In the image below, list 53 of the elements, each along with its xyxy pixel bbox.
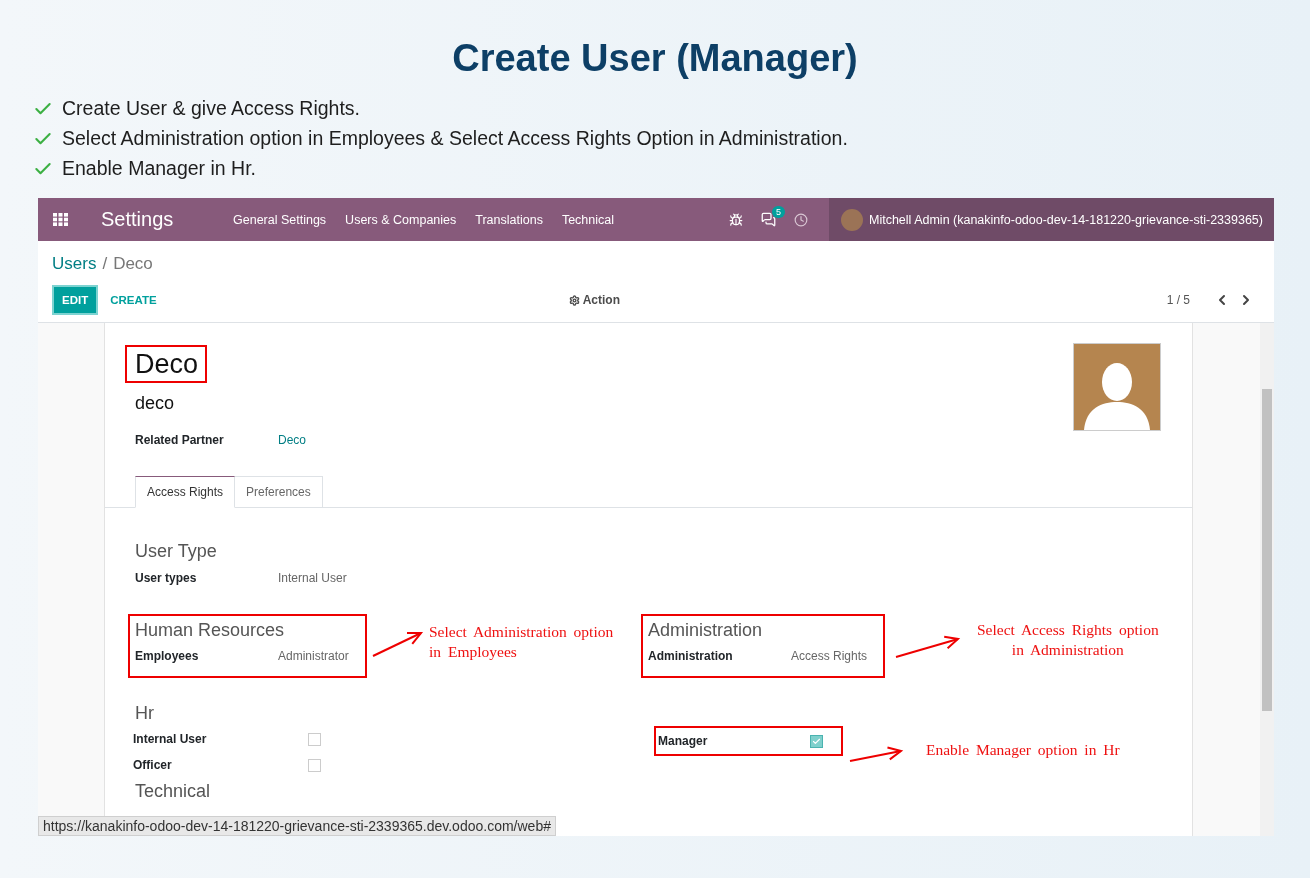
field-value[interactable]: Access Rights [791,649,868,663]
field-label: Manager [658,734,709,748]
section-title: Hr [135,702,155,724]
bug-icon[interactable] [729,212,743,227]
tab[interactable]: Preferences [235,476,323,508]
field-label: Related Partner [135,433,225,447]
annotation-note: Enable Manager option in Hr [926,740,1120,760]
bullet-text: Create User & give Access Rights. [62,97,361,120]
tab[interactable]: Access Rights [135,476,236,508]
section-title: Administration [648,619,764,641]
menu-item[interactable]: General Settings [233,212,327,227]
message-count-badge: 5 [772,206,785,218]
field-value: Internal User [278,571,348,585]
field-label: Employees [135,649,200,663]
section-title: Technical [135,780,212,802]
status-url: https://kanakinfo-odoo-dev-14-181220-grievance-sti-2339365.dev.odoo.com/web# [38,816,556,836]
clock-icon[interactable] [794,212,808,227]
gear-icon [568,294,580,306]
checkbox[interactable] [308,732,321,746]
menu-item[interactable]: Users & Companies [345,212,457,227]
bullet-text: Enable Manager in Hr. [62,157,257,180]
scrollbar[interactable] [1260,323,1274,836]
field-label: User types [135,571,198,585]
create-button[interactable]: CREATE [104,293,163,307]
section-title: User Type [135,540,218,562]
field-label: Officer [133,758,173,772]
section-title: Human Resources [135,619,286,641]
checkbox[interactable] [308,758,321,772]
menu-item[interactable]: Translations [475,212,543,227]
edit-button[interactable]: EDIT [52,285,99,315]
breadcrumb-link[interactable]: Users [52,254,97,273]
avatar-icon [841,208,863,231]
pager-text: 1 / 5 [1166,293,1190,307]
field-label: Internal User [133,732,208,746]
breadcrumb-current: Deco [113,254,153,273]
field-value[interactable]: Administrator [278,649,349,663]
app-title: Settings [101,208,175,231]
annotation-note: Select Access Rights option in Administration [977,620,1159,660]
checkbox[interactable] [810,734,823,748]
action-button[interactable]: Action [562,292,626,308]
partner-link[interactable]: Deco [278,433,306,447]
check-icon [812,736,821,746]
chat-icon[interactable] [761,212,776,227]
slide-title: Create User (Manager) [451,36,859,80]
apps-grid-icon[interactable] [53,213,68,226]
avatar-icon [1073,343,1161,431]
field-label: Administration [648,649,734,663]
user-name: Deco [135,349,199,379]
breadcrumb-separator: / [102,254,108,273]
menu-item[interactable]: Technical [561,212,614,227]
bullet-text: Select Administration option in Employees & Select Access Rights Option in Administration. [62,127,848,150]
annotation-note: Select Administration option in Employees [429,622,614,662]
user-login: deco [135,393,176,414]
